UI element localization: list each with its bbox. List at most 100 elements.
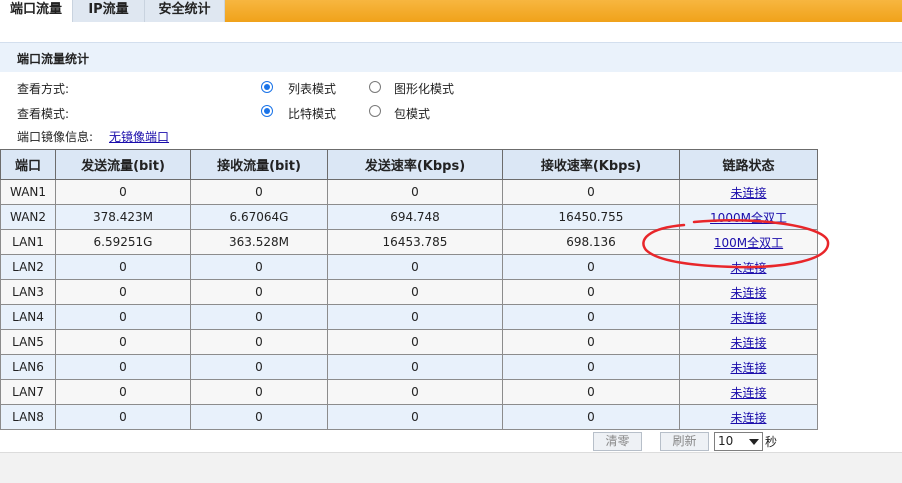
- radio-graph-mode[interactable]: [369, 81, 381, 93]
- view-mode-label: 查看模式:: [17, 107, 70, 121]
- cell-rx-rate: 0: [502, 304, 680, 330]
- view-method-label: 查看方式:: [17, 82, 70, 96]
- mirror-info-label: 端口镜像信息:: [17, 130, 94, 144]
- cell-port: LAN3: [0, 279, 56, 305]
- tab-security-stats[interactable]: 安全统计: [145, 0, 225, 22]
- cell-port: LAN5: [0, 329, 56, 355]
- footer-band: [0, 453, 902, 483]
- cell-tx-rate: 0: [327, 304, 503, 330]
- tab-ip-traffic[interactable]: IP流量: [73, 0, 145, 22]
- cell-tx-traffic: 0: [55, 404, 191, 430]
- cell-tx-traffic: 6.59251G: [55, 229, 191, 255]
- clear-button[interactable]: 清零: [593, 432, 642, 451]
- red-annotation-ellipse: [642, 219, 830, 269]
- link-status-link[interactable]: 未连接: [730, 361, 766, 375]
- cell-tx-rate: 0: [327, 329, 503, 355]
- cell-link-status: 未连接: [679, 279, 818, 305]
- cell-tx-rate: 0: [327, 279, 503, 305]
- mirror-port-link[interactable]: 无镜像端口: [109, 128, 169, 145]
- link-status-link[interactable]: 未连接: [730, 336, 766, 350]
- cell-rx-traffic: 0: [190, 354, 328, 380]
- cell-tx-rate: 0: [327, 379, 503, 405]
- cell-link-status: 未连接: [679, 329, 818, 355]
- table-row: LAN3 0 0 0 0 未连接: [0, 279, 818, 305]
- cell-tx-rate: 0: [327, 254, 503, 280]
- cell-port: LAN2: [0, 254, 56, 280]
- cell-port: WAN2: [0, 204, 56, 230]
- cell-port: LAN8: [0, 404, 56, 430]
- cell-rx-traffic: 0: [190, 329, 328, 355]
- section-title: 端口流量统计: [17, 52, 90, 66]
- link-status-link[interactable]: 未连接: [730, 186, 766, 200]
- tab-port-traffic[interactable]: 端口流量: [0, 0, 73, 22]
- radio-packet-mode-label: 包模式: [394, 107, 431, 121]
- refresh-button[interactable]: 刷新: [660, 432, 709, 451]
- header-port: 端口: [0, 149, 56, 180]
- cell-tx-traffic: 0: [55, 304, 191, 330]
- interval-unit-label: 秒: [765, 435, 778, 449]
- cell-rx-traffic: 363.528M: [190, 229, 328, 255]
- cell-rx-traffic: 0: [190, 379, 328, 405]
- cell-link-status: 未连接: [679, 354, 818, 380]
- link-status-link[interactable]: 未连接: [730, 386, 766, 400]
- cell-port: LAN1: [0, 229, 56, 255]
- cell-tx-rate: 0: [327, 179, 503, 205]
- cell-tx-traffic: 0: [55, 329, 191, 355]
- link-status-link[interactable]: 未连接: [730, 286, 766, 300]
- cell-link-status: 未连接: [679, 304, 818, 330]
- cell-tx-traffic: 378.423M: [55, 204, 191, 230]
- cell-rx-traffic: 0: [190, 254, 328, 280]
- cell-tx-rate: 16453.785: [327, 229, 503, 255]
- radio-list-mode[interactable]: [261, 81, 273, 93]
- cell-rx-rate: 0: [502, 354, 680, 380]
- cell-rx-rate: 0: [502, 379, 680, 405]
- cell-tx-traffic: 0: [55, 279, 191, 305]
- table-row: LAN5 0 0 0 0 未连接: [0, 329, 818, 355]
- cell-rx-rate: 0: [502, 404, 680, 430]
- cell-rx-traffic: 6.67064G: [190, 204, 328, 230]
- header-tx-traffic: 发送流量(bit): [55, 149, 191, 180]
- cell-port: LAN6: [0, 354, 56, 380]
- link-status-link[interactable]: 未连接: [730, 311, 766, 325]
- radio-packet-mode[interactable]: [369, 105, 381, 117]
- cell-tx-rate: 694.748: [327, 204, 503, 230]
- cell-tx-traffic: 0: [55, 379, 191, 405]
- cell-rx-traffic: 0: [190, 279, 328, 305]
- cell-rx-traffic: 0: [190, 304, 328, 330]
- refresh-interval-value: 10: [718, 434, 734, 448]
- table-row: LAN7 0 0 0 0 未连接: [0, 379, 818, 405]
- link-status-link[interactable]: 未连接: [730, 411, 766, 425]
- cell-tx-rate: 0: [327, 404, 503, 430]
- header-tx-rate: 发送速率(Kbps): [327, 149, 503, 180]
- cell-rx-traffic: 0: [190, 404, 328, 430]
- radio-bit-mode-label: 比特模式: [288, 107, 337, 121]
- radio-graph-mode-label: 图形化模式: [394, 82, 455, 96]
- refresh-interval-select[interactable]: 10: [714, 432, 763, 451]
- header-rx-traffic: 接收流量(bit): [190, 149, 328, 180]
- table-row: LAN4 0 0 0 0 未连接: [0, 304, 818, 330]
- section-header-band: [0, 42, 902, 72]
- cell-rx-rate: 0: [502, 179, 680, 205]
- cell-tx-traffic: 0: [55, 354, 191, 380]
- cell-link-status: 未连接: [679, 179, 818, 205]
- cell-link-status: 未连接: [679, 404, 818, 430]
- cell-rx-rate: 0: [502, 329, 680, 355]
- port-traffic-table: 端口 发送流量(bit) 接收流量(bit) 发送速率(Kbps) 接收速率(K…: [0, 149, 818, 430]
- cell-tx-traffic: 0: [55, 179, 191, 205]
- table-row: LAN6 0 0 0 0 未连接: [0, 354, 818, 380]
- cell-tx-traffic: 0: [55, 254, 191, 280]
- cell-rx-rate: 0: [502, 279, 680, 305]
- radio-bit-mode[interactable]: [261, 105, 273, 117]
- cell-link-status: 未连接: [679, 379, 818, 405]
- cell-rx-traffic: 0: [190, 179, 328, 205]
- chevron-down-icon: [749, 439, 759, 445]
- cell-port: LAN7: [0, 379, 56, 405]
- cell-port: WAN1: [0, 179, 56, 205]
- header-link-status: 链路状态: [679, 149, 818, 180]
- header-rx-rate: 接收速率(Kbps): [502, 149, 680, 180]
- table-row: WAN1 0 0 0 0 未连接: [0, 179, 818, 205]
- cell-tx-rate: 0: [327, 354, 503, 380]
- cell-port: LAN4: [0, 304, 56, 330]
- table-header-row: 端口 发送流量(bit) 接收流量(bit) 发送速率(Kbps) 接收速率(K…: [0, 149, 818, 180]
- table-row: LAN8 0 0 0 0 未连接: [0, 404, 818, 430]
